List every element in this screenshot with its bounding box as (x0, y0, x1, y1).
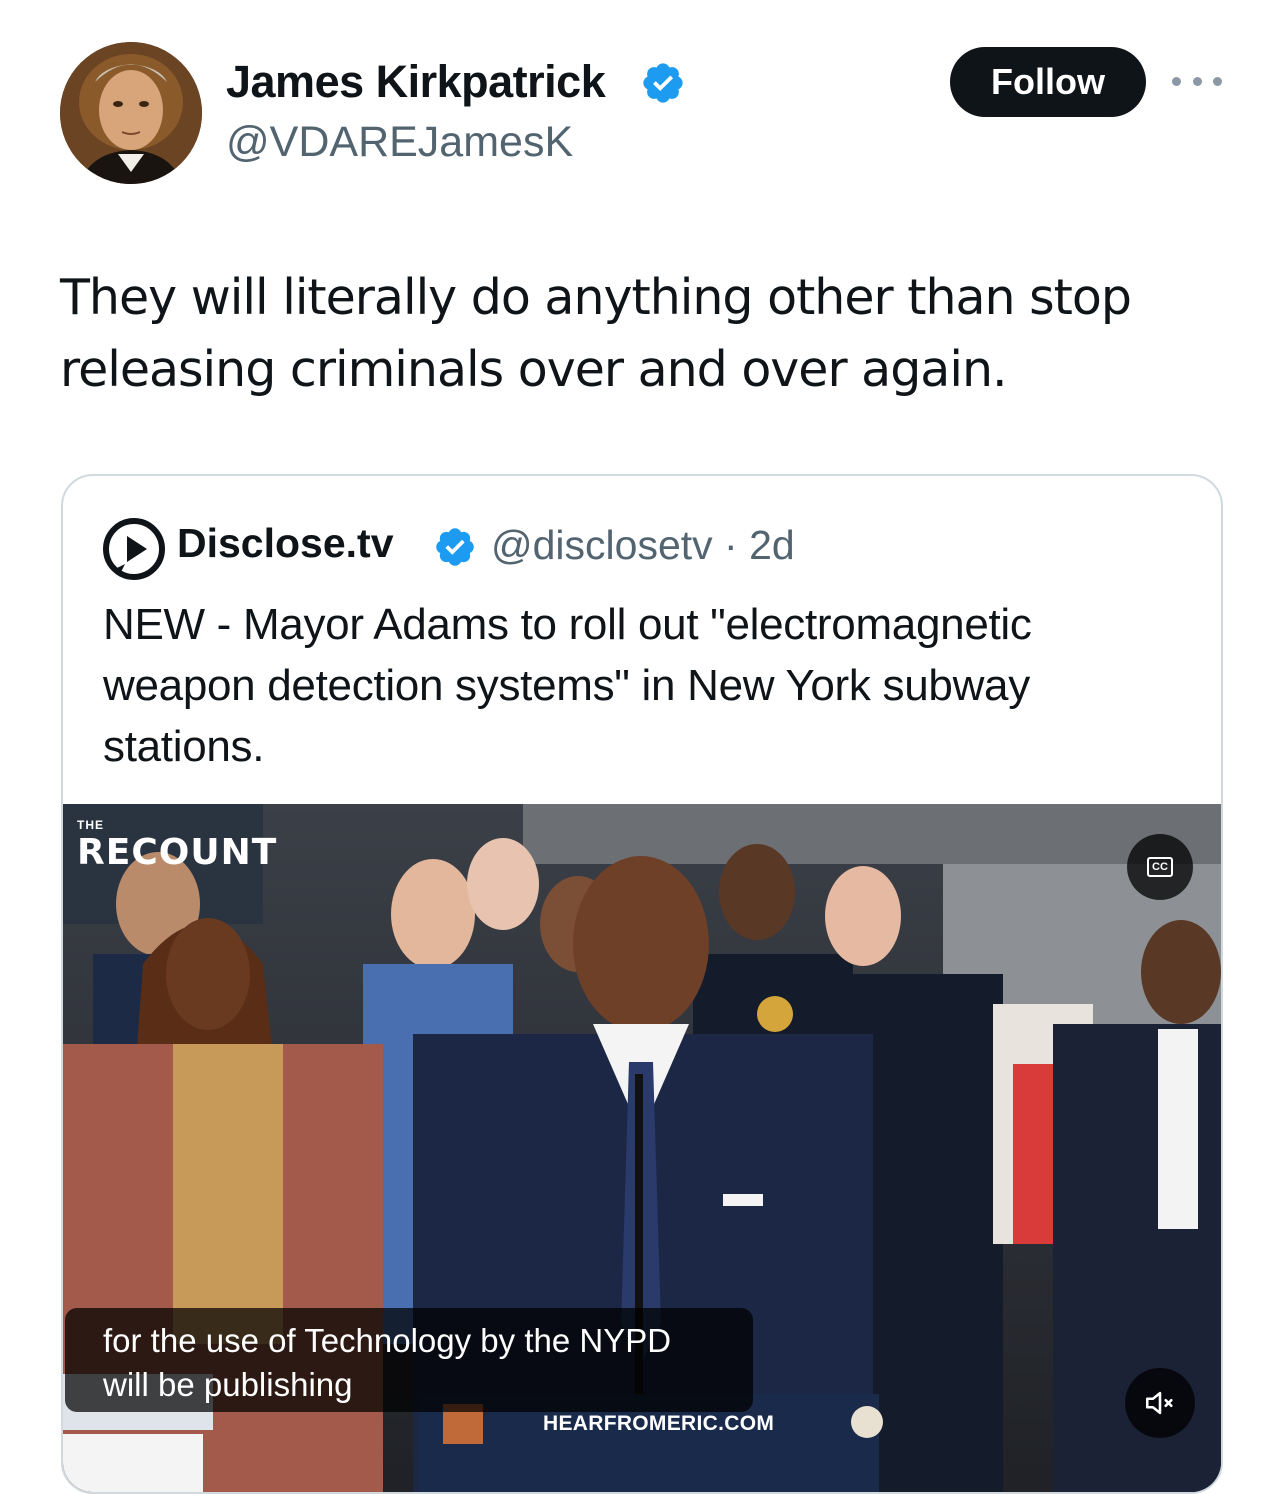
author-handle[interactable]: @VDAREJamesK (226, 118, 573, 167)
video-caption: for the use of Technology by the NYPD wi… (65, 1308, 753, 1412)
quoted-handle-and-time[interactable]: @disclosetv · 2d (491, 522, 795, 569)
speaker-muted-icon (1145, 1391, 1173, 1415)
podium-sign: HEARFROMERIC.COM (543, 1412, 775, 1435)
caption-line-1: for the use of Technology by the NYPD (103, 1322, 672, 1359)
tweet-text: They will literally do anything other th… (60, 269, 1132, 398)
quoted-text: NEW - Mayor Adams to roll out "electroma… (103, 600, 1032, 771)
follow-button[interactable]: Follow (950, 47, 1146, 117)
quoted-handle[interactable]: @disclosetv (491, 522, 713, 568)
video-player[interactable]: THE RECOUNT CC for the use of Technology… (63, 804, 1221, 1492)
more-options-icon[interactable] (1172, 66, 1222, 96)
quoted-verified-badge-icon (436, 528, 474, 566)
recount-watermark: THE RECOUNT (77, 818, 278, 873)
caption-line-2: will be publishing (103, 1366, 353, 1403)
verified-badge-icon (643, 63, 683, 103)
cc-icon: CC (1147, 857, 1173, 877)
quoted-tweet[interactable]: Disclose.tv @disclosetv · 2d NEW - Mayor… (61, 474, 1223, 1494)
mute-button[interactable] (1125, 1368, 1195, 1438)
author-name[interactable]: James Kirkpatrick (226, 56, 606, 108)
quoted-author-name[interactable]: Disclose.tv (177, 520, 394, 567)
quoted-timestamp[interactable]: · 2d (724, 522, 795, 568)
disclose-logo-icon (103, 518, 165, 580)
author-avatar[interactable] (60, 42, 202, 184)
closed-captions-button[interactable]: CC (1127, 834, 1193, 900)
